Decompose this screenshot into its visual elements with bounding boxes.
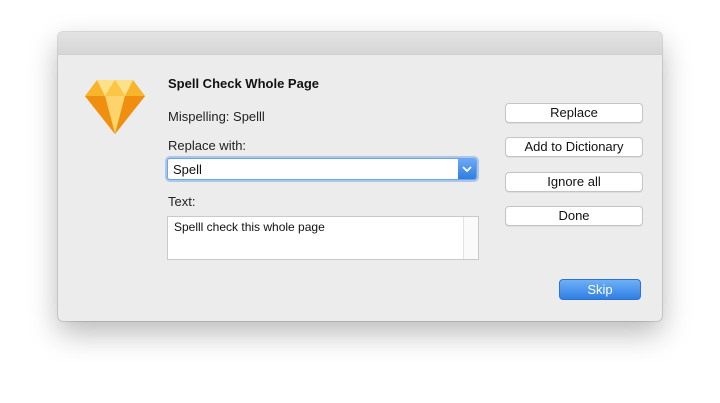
text-area[interactable]: Spelll check this whole page [167,216,479,260]
text-area-scrollbar[interactable] [463,217,478,259]
replace-with-label: Replace with: [168,138,247,153]
dialog-titlebar[interactable] [58,32,662,55]
text-area-content: Spelll check this whole page [174,220,325,234]
replace-with-combobox[interactable]: Spell [167,158,477,180]
ignore-all-button[interactable]: Ignore all [505,172,643,192]
replace-button[interactable]: Replace [505,103,643,123]
replace-with-value[interactable]: Spell [173,162,202,177]
add-to-dictionary-button[interactable]: Add to Dictionary [505,137,643,157]
mispelling-label: Mispelling: Spelll [168,109,265,124]
dialog-title: Spell Check Whole Page [168,76,319,91]
sketch-diamond-icon [83,76,147,136]
chevron-down-icon[interactable] [458,159,476,179]
text-label: Text: [168,194,196,209]
spell-check-dialog: Spell Check Whole Page Mispelling: Spell… [58,32,662,321]
skip-button[interactable]: Skip [559,279,641,300]
done-button[interactable]: Done [505,206,643,226]
